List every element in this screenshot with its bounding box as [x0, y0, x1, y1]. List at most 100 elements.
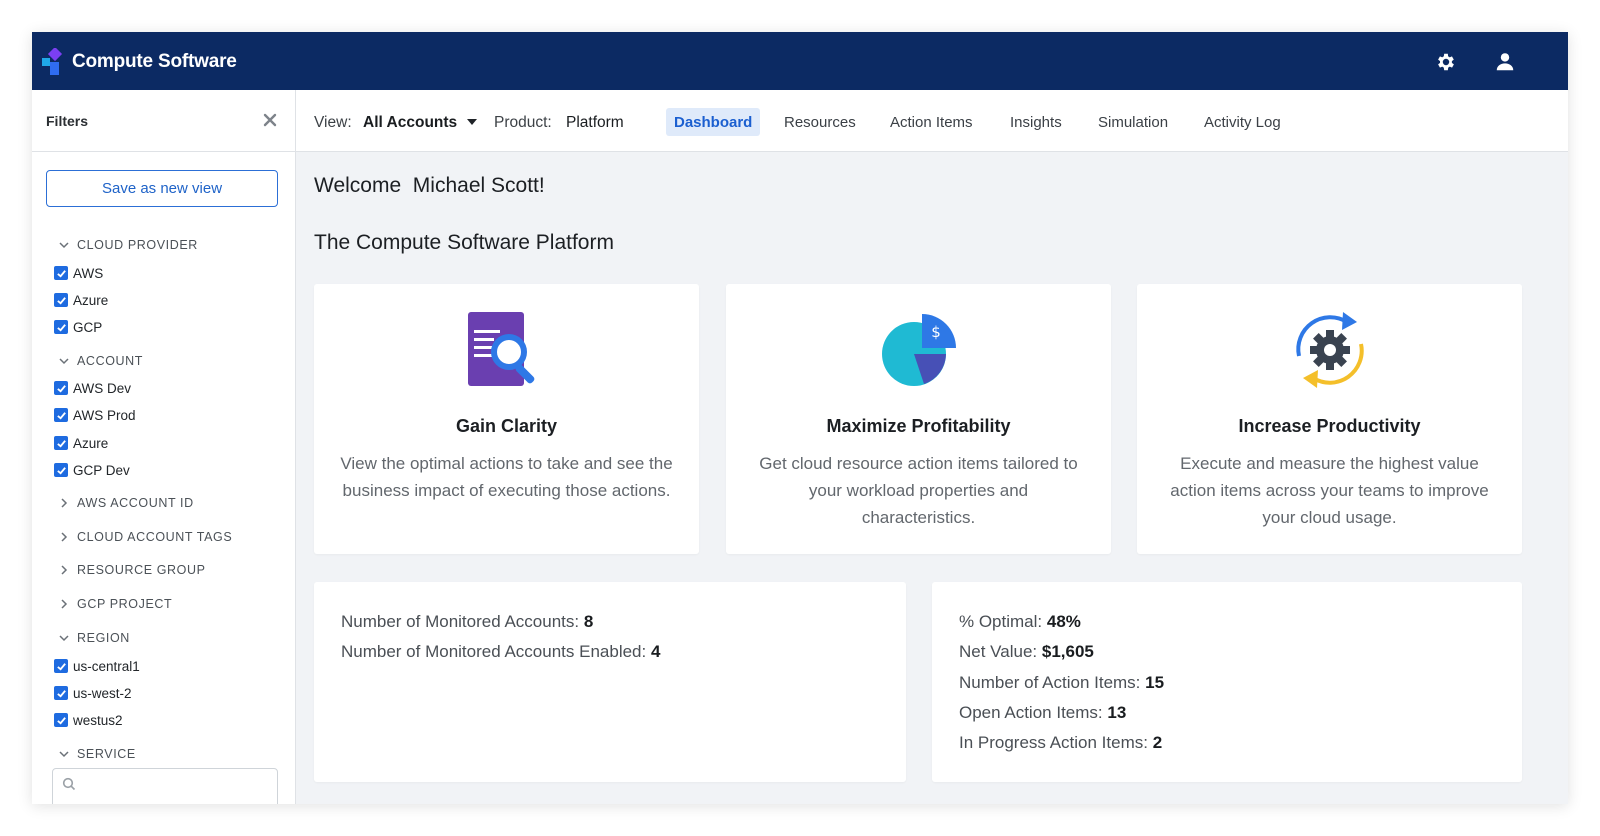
group-label: RESOURCE GROUP: [77, 563, 206, 577]
feature-description: Execute and measure the highest value ac…: [1170, 454, 1489, 527]
stat-open-action-items: Open Action Items: 13: [959, 703, 1126, 723]
group-label: GCP PROJECT: [77, 597, 173, 611]
filter-label: westus2: [73, 712, 123, 728]
group-label: ACCOUNT: [77, 354, 144, 368]
chevron-right-icon: [61, 498, 68, 508]
filter-checkbox-westus2[interactable]: westus2: [54, 712, 123, 728]
group-label: REGION: [77, 631, 130, 645]
filter-label: AWS Prod: [73, 407, 136, 423]
tab-insights[interactable]: Insights: [1002, 108, 1070, 136]
checkbox-checked-icon: [54, 659, 68, 673]
gear-cycle-icon: [1296, 312, 1364, 388]
welcome-message: Welcome Michael Scott!: [314, 174, 545, 197]
chevron-right-icon: [61, 599, 68, 609]
svg-text:$: $: [931, 323, 941, 341]
stat-monitored-accounts-enabled: Number of Monitored Accounts Enabled: 4: [341, 642, 660, 662]
stat-label: Number of Action Items:: [959, 673, 1141, 692]
filter-checkbox-azure-account[interactable]: Azure: [54, 435, 108, 451]
filter-label: Azure: [73, 292, 109, 308]
product-value: Platform: [566, 114, 624, 131]
group-aws-account-id[interactable]: AWS ACCOUNT ID: [58, 495, 194, 511]
tab-activity-log[interactable]: Activity Log: [1196, 108, 1289, 136]
chevron-down-icon: [59, 358, 69, 365]
checkbox-checked-icon: [54, 320, 68, 334]
stat-label: % Optimal:: [959, 612, 1043, 631]
accounts-stats-card: Number of Monitored Accounts: 8 Number o…: [314, 582, 906, 782]
app-window: Compute Software Filters Save as new vie…: [32, 32, 1568, 804]
stat-label: Open Action Items:: [959, 703, 1103, 722]
save-as-new-view-button[interactable]: Save as new view: [46, 170, 278, 207]
checkbox-checked-icon: [54, 463, 68, 477]
filters-sidebar: Filters Save as new view CLOUD PROVIDER …: [32, 90, 296, 804]
stat-value: 48%: [1046, 612, 1081, 631]
feature-card-gain-clarity: Gain Clarity View the optimal actions to…: [314, 284, 699, 554]
checkbox-checked-icon: [54, 713, 68, 727]
filter-checkbox-us-central1[interactable]: us-central1: [54, 658, 140, 674]
stat-net-value: Net Value: $1,605: [959, 642, 1094, 662]
stat-value: 15: [1145, 673, 1165, 692]
stat-value: 8: [583, 612, 594, 631]
filter-label: us-west-2: [73, 685, 132, 701]
tab-action-items[interactable]: Action Items: [882, 108, 981, 136]
view-label: View:: [314, 114, 352, 131]
stat-monitored-accounts: Number of Monitored Accounts: 8: [341, 612, 593, 632]
chevron-down-icon: [59, 242, 69, 249]
filter-label: GCP Dev: [73, 462, 130, 478]
user-icon[interactable]: [1494, 51, 1516, 73]
tab-resources[interactable]: Resources: [776, 108, 864, 136]
tab-simulation[interactable]: Simulation: [1090, 108, 1176, 136]
filter-checkbox-aws-dev[interactable]: AWS Dev: [54, 380, 131, 396]
gear-icon[interactable]: [1435, 51, 1457, 73]
tab-dashboard[interactable]: Dashboard: [666, 108, 761, 136]
feature-card-increase-productivity: Increase Productivity Execute and measur…: [1137, 284, 1522, 554]
product-label: Product:: [494, 114, 552, 131]
filter-checkbox-aws[interactable]: AWS: [54, 265, 103, 281]
chevron-down-icon: [59, 635, 69, 642]
group-cloud-provider[interactable]: CLOUD PROVIDER: [58, 237, 198, 253]
checkbox-checked-icon: [54, 408, 68, 422]
stat-value: 13: [1107, 703, 1127, 722]
stat-value: 2: [1152, 733, 1163, 752]
group-region[interactable]: REGION: [58, 630, 130, 646]
feature-title: Increase Productivity: [1238, 416, 1421, 436]
checkbox-checked-icon: [54, 266, 68, 280]
filter-checkbox-gcp[interactable]: GCP: [54, 319, 102, 335]
filter-label: us-central1: [73, 658, 140, 674]
report-search-icon: [468, 312, 535, 386]
stat-in-progress-action-items: In Progress Action Items: 2: [959, 733, 1162, 753]
filter-checkbox-us-west-2[interactable]: us-west-2: [54, 685, 132, 701]
stat-value: $1,605: [1041, 642, 1094, 661]
logo-icon: [42, 48, 63, 75]
filter-checkbox-gcp-dev[interactable]: GCP Dev: [54, 462, 130, 478]
feature-card-maximize-profitability: $ Maximize Profitability Get cloud resou…: [726, 284, 1111, 554]
filter-label: AWS: [73, 265, 104, 281]
view-navbar: View: All Accounts Product: Platform Das…: [296, 90, 1568, 152]
feature-title: Gain Clarity: [455, 416, 558, 436]
group-label: SERVICE: [77, 747, 136, 761]
stat-label: In Progress Action Items:: [959, 733, 1148, 752]
group-account[interactable]: ACCOUNT: [58, 353, 143, 369]
chevron-down-icon: [59, 751, 69, 758]
caret-down-icon[interactable]: [467, 119, 477, 125]
view-selector[interactable]: All Accounts: [363, 114, 457, 132]
close-icon[interactable]: [262, 112, 278, 128]
filter-label: Azure: [73, 435, 109, 451]
service-search-input[interactable]: [52, 768, 278, 804]
stat-percent-optimal: % Optimal: 48%: [959, 612, 1081, 632]
group-label: AWS ACCOUNT ID: [77, 496, 194, 510]
filter-checkbox-aws-prod[interactable]: AWS Prod: [54, 407, 136, 423]
filter-checkbox-azure[interactable]: Azure: [54, 292, 108, 308]
stat-label: Net Value:: [959, 642, 1038, 661]
feature-title: Maximize Profitability: [826, 416, 1011, 436]
checkbox-checked-icon: [54, 293, 68, 307]
stat-label: Number of Monitored Accounts:: [341, 612, 580, 631]
filter-label: AWS Dev: [73, 380, 132, 396]
group-resource-group[interactable]: RESOURCE GROUP: [58, 562, 206, 578]
group-gcp-project[interactable]: GCP PROJECT: [58, 596, 172, 612]
checkbox-checked-icon: [54, 436, 68, 450]
platform-title: The Compute Software Platform: [314, 231, 614, 254]
group-service[interactable]: SERVICE: [58, 746, 136, 762]
brand-name: Compute Software: [72, 51, 237, 72]
chevron-right-icon: [61, 532, 68, 542]
group-cloud-account-tags[interactable]: CLOUD ACCOUNT TAGS: [58, 529, 232, 545]
